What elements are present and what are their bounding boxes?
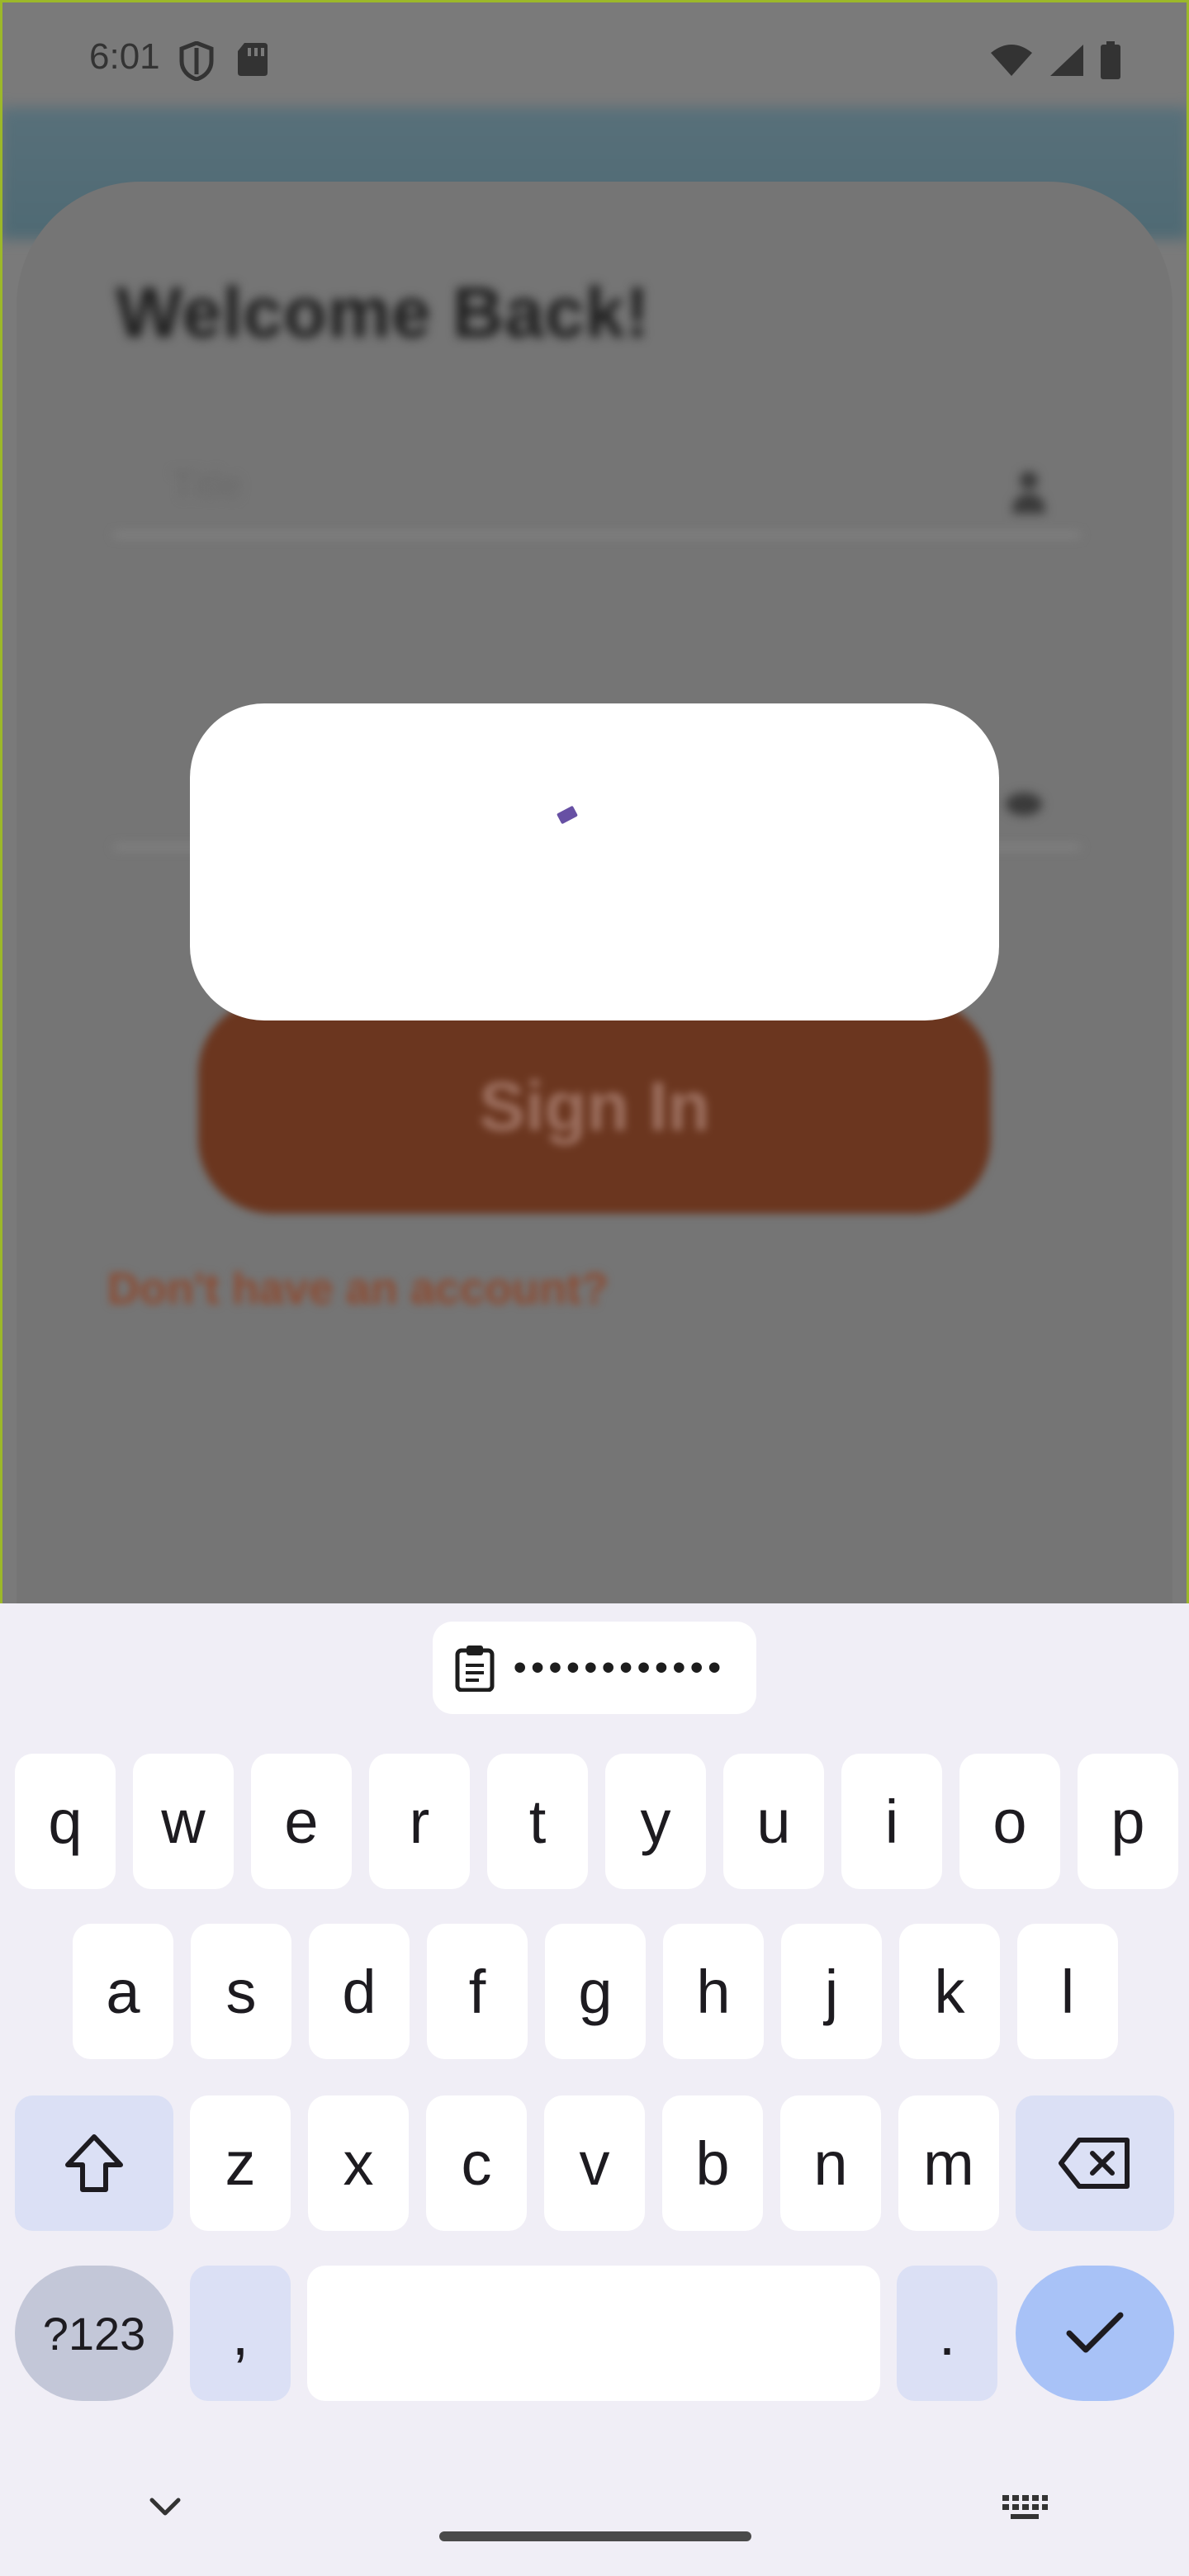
- key-c[interactable]: c: [426, 2095, 527, 2231]
- person-icon: [1012, 471, 1045, 514]
- page-title: Welcome Back!: [116, 273, 651, 353]
- checkmark-icon: [1066, 2312, 1124, 2353]
- shield-icon: [179, 41, 214, 81]
- key-u[interactable]: u: [723, 1754, 824, 1889]
- key-v[interactable]: v: [544, 2095, 645, 2231]
- key-n[interactable]: n: [780, 2095, 881, 2231]
- key-a[interactable]: a: [73, 1924, 173, 2059]
- status-bar: 6:01: [0, 0, 1189, 116]
- backspace-key[interactable]: [1016, 2095, 1174, 2231]
- clipboard-text: ••••••••••••: [514, 1647, 726, 1688]
- key-f[interactable]: f: [427, 1924, 528, 2059]
- signal-icon: [1050, 45, 1083, 76]
- key-z[interactable]: z: [190, 2095, 291, 2231]
- chevron-down-icon[interactable]: [149, 2497, 182, 2518]
- clipboard-suggestion[interactable]: ••••••••••••: [433, 1622, 756, 1714]
- username-field[interactable]: Title: [114, 438, 1080, 537]
- battery-icon: [1101, 41, 1120, 79]
- home-indicator[interactable]: [439, 2531, 751, 2541]
- key-y[interactable]: y: [605, 1754, 706, 1889]
- username-placeholder: Title: [172, 463, 243, 506]
- key-x[interactable]: x: [308, 2095, 409, 2231]
- key-m[interactable]: m: [898, 2095, 999, 2231]
- key-d[interactable]: d: [309, 1924, 410, 2059]
- soft-keyboard: •••••••••••• ?123 , . qwertyuiop asdf g h…: [0, 1603, 1189, 2576]
- key-h[interactable]: h: [663, 1924, 764, 2059]
- shift-icon: [65, 2134, 123, 2192]
- symbols-key[interactable]: ?123: [15, 2266, 173, 2401]
- period-key[interactable]: .: [897, 2266, 997, 2401]
- key-e[interactable]: e: [251, 1754, 352, 1889]
- wifi-icon: [991, 45, 1032, 76]
- key-t[interactable]: t: [487, 1754, 588, 1889]
- key-w[interactable]: w: [133, 1754, 234, 1889]
- key-j[interactable]: j: [781, 1924, 882, 2059]
- backspace-icon: [1059, 2138, 1130, 2189]
- key-r[interactable]: r: [369, 1754, 470, 1889]
- comma-key[interactable]: ,: [190, 2266, 291, 2401]
- key-s[interactable]: s: [191, 1924, 291, 2059]
- register-link[interactable]: Don't have an account?: [107, 1263, 609, 1314]
- key-o[interactable]: o: [959, 1754, 1060, 1889]
- sign-in-button[interactable]: Sign In: [198, 999, 991, 1214]
- visibility-icon: [1006, 793, 1042, 816]
- status-time: 6:01: [89, 36, 160, 77]
- key-b[interactable]: b: [662, 2095, 763, 2231]
- enter-key[interactable]: [1016, 2266, 1174, 2401]
- key-i[interactable]: i: [841, 1754, 942, 1889]
- key-l[interactable]: l: [1017, 1924, 1118, 2059]
- loading-dialog: [190, 703, 999, 1020]
- sd-card-icon: [238, 43, 268, 76]
- key-p[interactable]: p: [1078, 1754, 1178, 1889]
- keyboard-icon[interactable]: [1001, 2493, 1049, 2522]
- space-key[interactable]: [307, 2266, 880, 2401]
- key-q[interactable]: q: [15, 1754, 116, 1889]
- clipboard-icon: [455, 1646, 495, 1692]
- shift-key[interactable]: [15, 2095, 173, 2231]
- key-g[interactable]: g: [545, 1924, 646, 2059]
- key-k[interactable]: k: [899, 1924, 1000, 2059]
